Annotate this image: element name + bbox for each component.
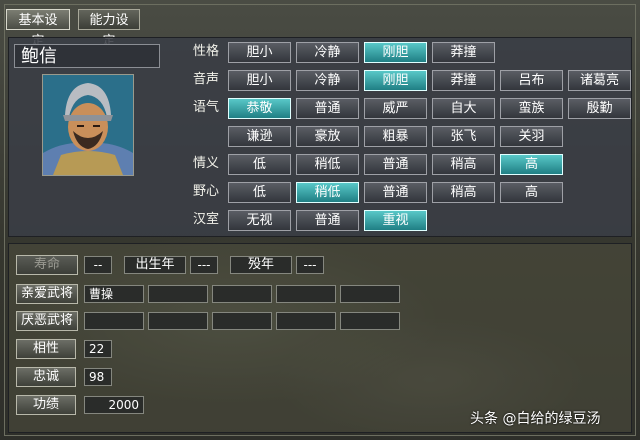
personality-option-brave[interactable]: 刚胆: [364, 42, 427, 63]
han-option-normal[interactable]: 普通: [296, 210, 359, 231]
disliked-officer-slot[interactable]: [212, 312, 272, 330]
tab-basic[interactable]: 基本设定: [6, 9, 70, 49]
bond-option-low[interactable]: 低: [228, 154, 291, 175]
ambition-option-slightly-low[interactable]: 稍低: [296, 182, 359, 203]
row-label-personality: 性格: [192, 44, 219, 59]
birth-year-label: 出生年: [124, 256, 186, 274]
personality-option-calm[interactable]: 冷静: [296, 42, 359, 63]
personality-option-reckless[interactable]: 莽撞: [432, 42, 495, 63]
voice-option-brave[interactable]: 刚胆: [364, 70, 427, 91]
favorite-officer-slot[interactable]: [212, 285, 272, 303]
tab-ability[interactable]: 能力设定: [78, 9, 140, 49]
lifespan-value: --: [84, 256, 112, 274]
favorite-officer-slot[interactable]: [276, 285, 336, 303]
merit-value: 2000: [84, 396, 144, 414]
tone-option-normal[interactable]: 普通: [296, 98, 359, 119]
loyalty-button[interactable]: 忠诚: [16, 367, 76, 387]
favorite-officers-button[interactable]: 亲爱武将: [16, 284, 78, 304]
merit-button[interactable]: 功绩: [16, 395, 76, 415]
tone-option-respectful[interactable]: 恭敬: [228, 98, 291, 119]
tone-option-bold[interactable]: 豪放: [296, 126, 359, 147]
tone-option-humble[interactable]: 谦逊: [228, 126, 291, 147]
han-option-value[interactable]: 重视: [364, 210, 427, 231]
row-label-voice: 音声: [192, 72, 219, 87]
ambition-option-high[interactable]: 高: [500, 182, 563, 203]
tone-option-barbarian[interactable]: 蛮族: [500, 98, 563, 119]
favorite-officer-slot[interactable]: 曹操: [84, 285, 144, 303]
ambition-option-slightly-high[interactable]: 稍高: [432, 182, 495, 203]
voice-option-reckless[interactable]: 莽撞: [432, 70, 495, 91]
tone-option-courteous[interactable]: 殷勤: [568, 98, 631, 119]
ambition-option-low[interactable]: 低: [228, 182, 291, 203]
disliked-officer-slot[interactable]: [84, 312, 144, 330]
favorite-officer-slot[interactable]: [148, 285, 208, 303]
bond-option-high[interactable]: 高: [500, 154, 563, 175]
birth-year-value: ---: [190, 256, 218, 274]
officer-name[interactable]: 鲍信: [14, 44, 160, 68]
tone-option-zhangfei[interactable]: 张飞: [432, 126, 495, 147]
officer-portrait: [42, 74, 134, 176]
tone-option-stern[interactable]: 威严: [364, 98, 427, 119]
favorite-officer-slot[interactable]: [340, 285, 400, 303]
voice-option-calm[interactable]: 冷静: [296, 70, 359, 91]
row-label-loyalty-bond: 情义: [192, 156, 219, 171]
death-year-value: ---: [296, 256, 324, 274]
loyalty-value: 98: [84, 368, 112, 386]
tone-option-guanyu[interactable]: 关羽: [500, 126, 563, 147]
bond-option-normal[interactable]: 普通: [364, 154, 427, 175]
row-label-tone: 语气: [192, 100, 219, 115]
han-option-ignore[interactable]: 无视: [228, 210, 291, 231]
voice-option-timid[interactable]: 胆小: [228, 70, 291, 91]
compatibility-button[interactable]: 相性: [16, 339, 76, 359]
bond-option-slightly-low[interactable]: 稍低: [296, 154, 359, 175]
bond-option-slightly-high[interactable]: 稍高: [432, 154, 495, 175]
lifespan-button[interactable]: 寿命: [16, 255, 78, 275]
voice-option-lubu[interactable]: 吕布: [500, 70, 563, 91]
personality-option-timid[interactable]: 胆小: [228, 42, 291, 63]
tone-option-arrogant[interactable]: 自大: [432, 98, 495, 119]
disliked-officer-slot[interactable]: [148, 312, 208, 330]
watermark-text: 头条 @白给的绿豆汤: [470, 411, 601, 427]
disliked-officer-slot[interactable]: [340, 312, 400, 330]
tone-option-rough[interactable]: 粗暴: [364, 126, 427, 147]
ambition-option-normal[interactable]: 普通: [364, 182, 427, 203]
row-label-han-dynasty: 汉室: [192, 212, 219, 227]
disliked-officers-button[interactable]: 厌恶武将: [16, 311, 78, 331]
voice-option-zhugeliang[interactable]: 诸葛亮: [568, 70, 631, 91]
disliked-officer-slot[interactable]: [276, 312, 336, 330]
death-year-label: 殁年: [230, 256, 292, 274]
row-label-ambition: 野心: [192, 184, 219, 199]
compatibility-value: 22: [84, 340, 112, 358]
